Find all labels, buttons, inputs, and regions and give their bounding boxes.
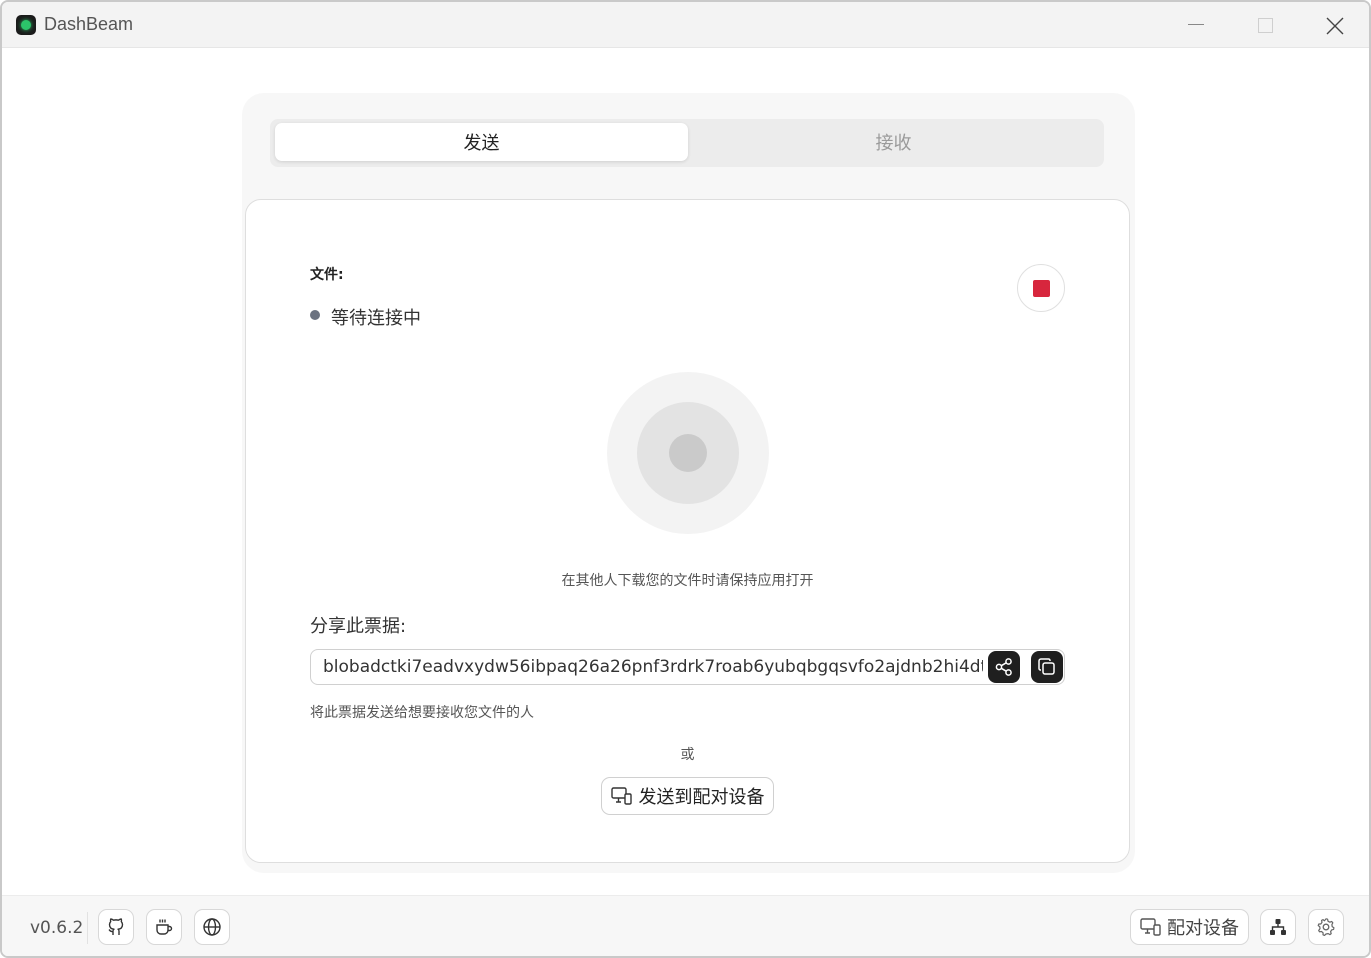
send-panel: 文件: 等待连接中 在其他人下载您的文件时请保持应用打开 分享此票据: blob… xyxy=(245,199,1130,863)
version-label: v0.6.2 xyxy=(30,918,84,938)
minimize-button[interactable] xyxy=(1160,2,1230,48)
ticket-field[interactable]: blobadctki7eadvxydw56ibpaq26a26pnf3rdrk7… xyxy=(310,649,1065,685)
send-to-paired-label: 发送到配对设备 xyxy=(638,787,765,808)
file-name xyxy=(350,274,770,282)
copy-icon xyxy=(1038,658,1055,675)
copy-button[interactable] xyxy=(1031,651,1063,683)
title-bar: DashBeam xyxy=(2,2,1369,48)
footer-bar: v0.6.2 配对设备 xyxy=(2,895,1369,956)
file-label: 文件: xyxy=(310,267,344,283)
maximize-button[interactable] xyxy=(1230,2,1300,48)
tab-receive[interactable]: 接收 xyxy=(687,123,1100,161)
status-text: 等待连接中 xyxy=(331,308,421,329)
close-icon xyxy=(1326,17,1344,35)
send-to-paired-button[interactable]: 发送到配对设备 xyxy=(601,777,774,815)
network-icon xyxy=(1270,919,1286,935)
stop-button[interactable] xyxy=(1017,264,1065,312)
app-icon xyxy=(16,15,36,35)
paired-device-icon xyxy=(1140,918,1161,936)
app-window: DashBeam 发送 接收 文件: 等待连接中 在其他人下载您的文件时请保持应… xyxy=(0,0,1371,958)
status-dot xyxy=(310,310,320,320)
coffee-icon xyxy=(156,919,173,935)
tab-send[interactable]: 发送 xyxy=(275,123,688,161)
paired-devices-button[interactable]: 配对设备 xyxy=(1130,909,1249,945)
paired-device-icon xyxy=(610,787,632,805)
footer-divider xyxy=(87,912,88,944)
keep-open-hint: 在其他人下载您的文件时请保持应用打开 xyxy=(561,573,814,589)
gear-icon xyxy=(1317,918,1335,936)
app-title: DashBeam xyxy=(44,14,134,34)
coffee-button[interactable] xyxy=(146,909,182,945)
or-divider: 或 xyxy=(680,747,695,763)
github-button[interactable] xyxy=(98,909,134,945)
github-icon xyxy=(108,918,124,935)
globe-icon xyxy=(203,918,221,936)
ticket-value[interactable]: blobadctki7eadvxydw56ibpaq26a26pnf3rdrk7… xyxy=(323,657,983,677)
waiting-indicator-ring xyxy=(637,402,739,504)
mode-tabs: 发送 接收 xyxy=(270,119,1104,167)
share-icon xyxy=(995,658,1012,676)
waiting-indicator xyxy=(607,372,769,534)
share-button[interactable] xyxy=(988,651,1020,683)
waiting-indicator-core xyxy=(669,434,707,472)
network-button[interactable] xyxy=(1260,909,1296,945)
share-ticket-label: 分享此票据: xyxy=(310,616,407,637)
main-card: 发送 接收 文件: 等待连接中 在其他人下载您的文件时请保持应用打开 分享此票据… xyxy=(242,93,1135,873)
ticket-note: 将此票据发送给想要接收您文件的人 xyxy=(310,705,534,721)
close-button[interactable] xyxy=(1300,2,1369,48)
language-button[interactable] xyxy=(194,909,230,945)
settings-button[interactable] xyxy=(1308,909,1344,945)
paired-devices-label: 配对设备 xyxy=(1167,918,1239,939)
